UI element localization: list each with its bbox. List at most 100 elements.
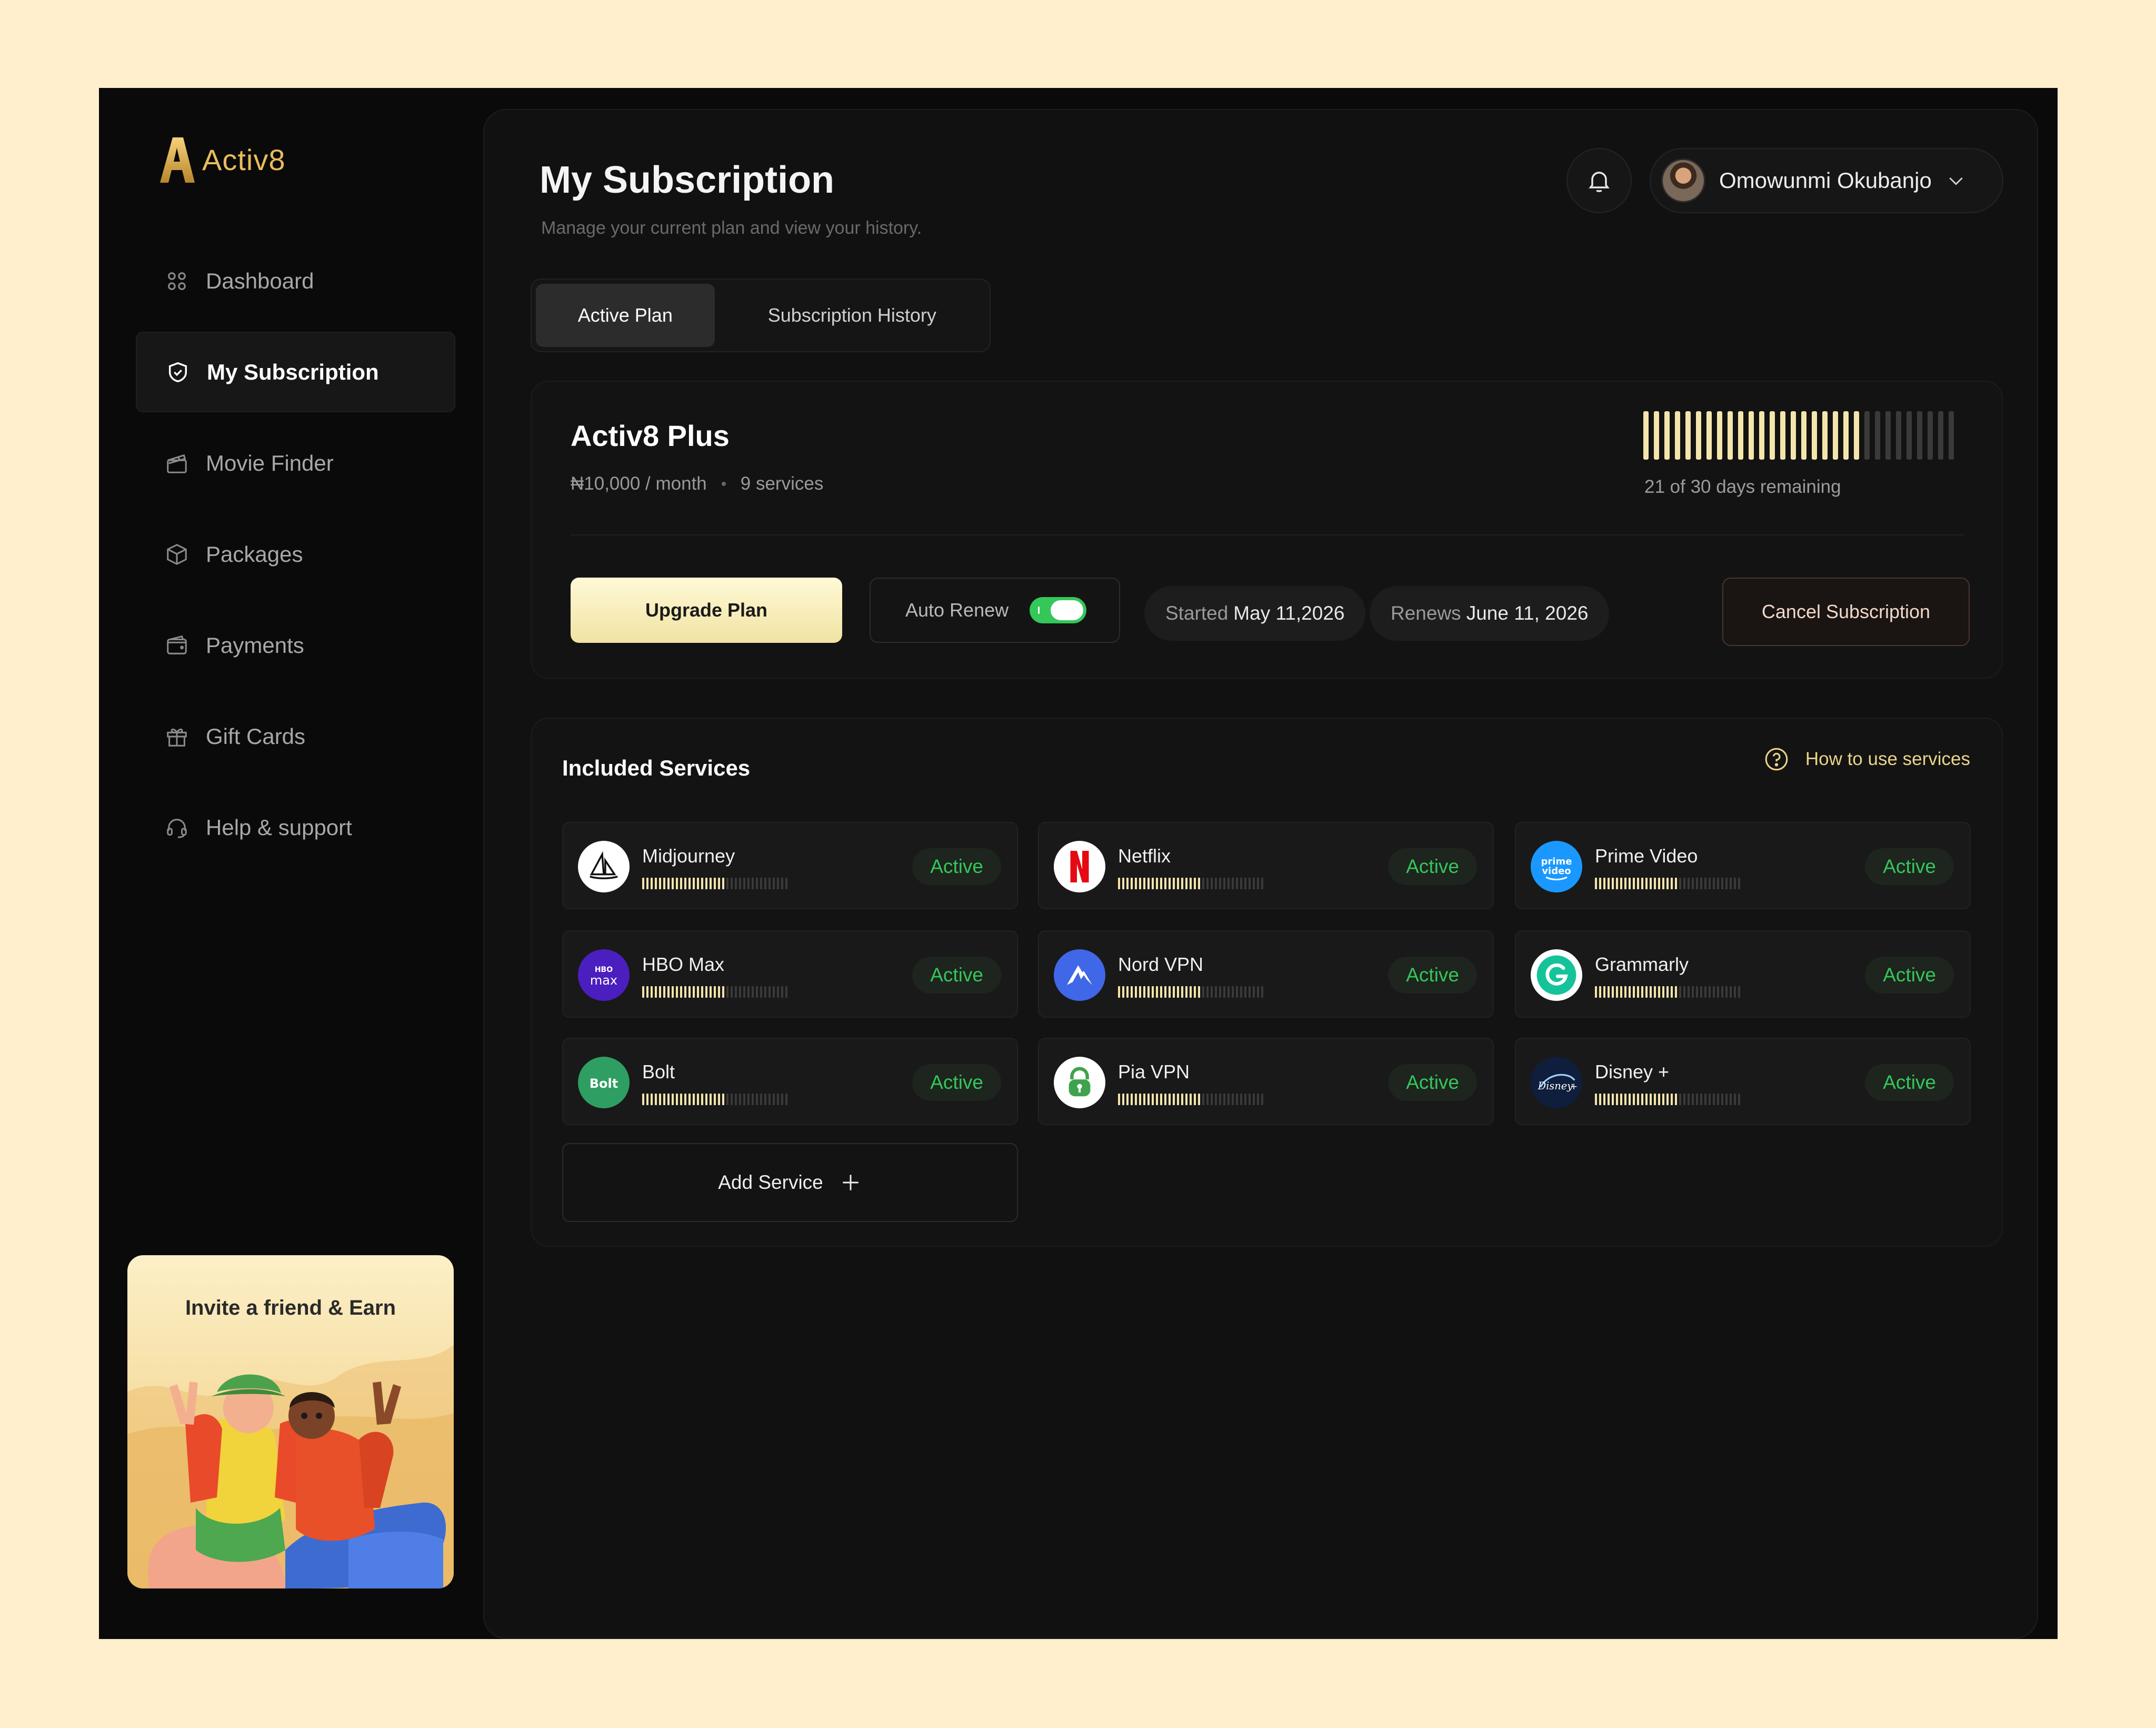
usage-tick (718, 1094, 720, 1105)
svg-text:Disney: Disney (1538, 1080, 1574, 1092)
usage-tick (1713, 1094, 1715, 1105)
usage-tick (655, 878, 657, 889)
usage-tick (1654, 878, 1656, 889)
usage-tick (1616, 878, 1618, 889)
usage-tick (1227, 1094, 1230, 1105)
chevron-down-icon (1949, 177, 1963, 185)
sidebar-item-movie-finder[interactable]: Movie Finder (136, 423, 455, 503)
service-card-grammarly[interactable]: Grammarly Active (1515, 930, 1971, 1018)
day-tick (1843, 411, 1849, 460)
usage-tick (1713, 986, 1715, 998)
usage-tick (705, 986, 707, 998)
usage-tick (651, 878, 653, 889)
day-tick (1896, 411, 1901, 460)
service-usage-bar (1595, 1094, 1740, 1105)
invite-friend-card[interactable]: Invite a friend & Earn (127, 1255, 454, 1588)
usage-tick (731, 878, 733, 889)
sidebar-item-label: Payments (206, 632, 304, 658)
usage-tick (1645, 878, 1648, 889)
usage-tick (1131, 1094, 1133, 1105)
usage-tick (693, 878, 695, 889)
usage-tick (1675, 986, 1677, 998)
usage-tick (760, 878, 762, 889)
usage-tick (1164, 878, 1166, 889)
headset-icon (167, 818, 187, 838)
usage-tick (1126, 986, 1129, 998)
service-card-nord-vpn[interactable]: Nord VPN Active (1038, 930, 1494, 1018)
sidebar-item-dashboard[interactable]: Dashboard (136, 241, 455, 321)
usage-tick (722, 1094, 724, 1105)
user-menu[interactable]: Omowunmi Okubanjo (1650, 148, 2003, 213)
auto-renew-control[interactable]: Auto Renew (870, 578, 1120, 643)
usage-tick (768, 878, 771, 889)
day-tick (1801, 411, 1806, 460)
sidebar-item-gift-cards[interactable]: Gift Cards (136, 696, 455, 777)
usage-tick (1595, 878, 1597, 889)
usage-tick (764, 878, 766, 889)
service-card-netflix[interactable]: Netflix Active (1038, 822, 1494, 909)
service-card-hbo-max[interactable]: HBO max HBO Max Active (562, 930, 1018, 1018)
usage-tick (1599, 986, 1601, 998)
usage-tick (1139, 986, 1141, 998)
usage-tick (1709, 878, 1711, 889)
usage-tick (1206, 878, 1209, 889)
service-usage-bar (1595, 986, 1740, 998)
usage-tick (1156, 878, 1158, 889)
invite-title: Invite a friend & Earn (185, 1296, 396, 1319)
how-to-use-link[interactable]: How to use services (1763, 746, 1970, 772)
usage-tick (1131, 986, 1133, 998)
usage-tick (1603, 986, 1605, 998)
usage-tick (1603, 878, 1605, 889)
service-card-midjourney[interactable]: Midjourney Active (562, 822, 1018, 909)
add-service-button[interactable]: Add Service (562, 1143, 1018, 1222)
usage-tick (1717, 986, 1719, 998)
usage-tick (1645, 1094, 1648, 1105)
sidebar-item-my-subscription[interactable]: My Subscription (136, 332, 455, 412)
status-badge: Active (912, 1064, 1001, 1101)
usage-tick (1244, 1094, 1246, 1105)
service-card-pia-vpn[interactable]: Pia VPN Active (1038, 1038, 1494, 1125)
usage-tick (1641, 986, 1643, 998)
divider (571, 534, 1964, 535)
day-tick (1864, 411, 1870, 460)
usage-tick (1190, 1094, 1192, 1105)
renews-label: Renews (1391, 602, 1461, 624)
usage-tick (747, 878, 750, 889)
notifications-button[interactable] (1566, 148, 1632, 213)
usage-tick (1173, 986, 1175, 998)
usage-tick (684, 1094, 686, 1105)
sidebar-item-help-support[interactable]: Help & support (136, 787, 455, 868)
usage-tick (1198, 986, 1200, 998)
usage-tick (722, 878, 724, 889)
usage-tick (705, 878, 707, 889)
usage-tick (1139, 878, 1141, 889)
cancel-subscription-button[interactable]: Cancel Subscription (1722, 578, 1970, 646)
usage-tick (1215, 1094, 1217, 1105)
service-card-prime-video[interactable]: prime video Prime Video Active (1515, 822, 1971, 909)
usage-tick (701, 878, 703, 889)
day-tick (1833, 411, 1838, 460)
upgrade-plan-button[interactable]: Upgrade Plan (571, 578, 842, 643)
tab-subscription-history[interactable]: Subscription History (719, 284, 985, 347)
usage-tick (688, 1094, 691, 1105)
usage-tick (1650, 1094, 1652, 1105)
usage-tick (743, 878, 745, 889)
service-name: Pia VPN (1118, 1061, 1190, 1083)
brand-logo[interactable]: Activ8 (157, 135, 286, 184)
usage-tick (731, 1094, 733, 1105)
service-card-bolt[interactable]: Bolt Bolt Active (562, 1038, 1018, 1125)
plan-services-count: 9 services (740, 473, 824, 494)
service-card-disney-plus[interactable]: Disney + Disney + Active (1515, 1038, 1971, 1125)
usage-tick (773, 1094, 775, 1105)
tab-active-plan[interactable]: Active Plan (536, 284, 715, 347)
usage-tick (688, 986, 691, 998)
sidebar-item-payments[interactable]: Payments (136, 605, 455, 686)
usage-tick (1236, 1094, 1238, 1105)
usage-tick (693, 986, 695, 998)
usage-tick (1633, 878, 1635, 889)
day-tick (1664, 411, 1670, 460)
auto-renew-toggle[interactable] (1030, 597, 1087, 623)
sidebar-item-packages[interactable]: Packages (136, 514, 455, 594)
usage-tick (1713, 878, 1715, 889)
usage-tick (1666, 986, 1669, 998)
